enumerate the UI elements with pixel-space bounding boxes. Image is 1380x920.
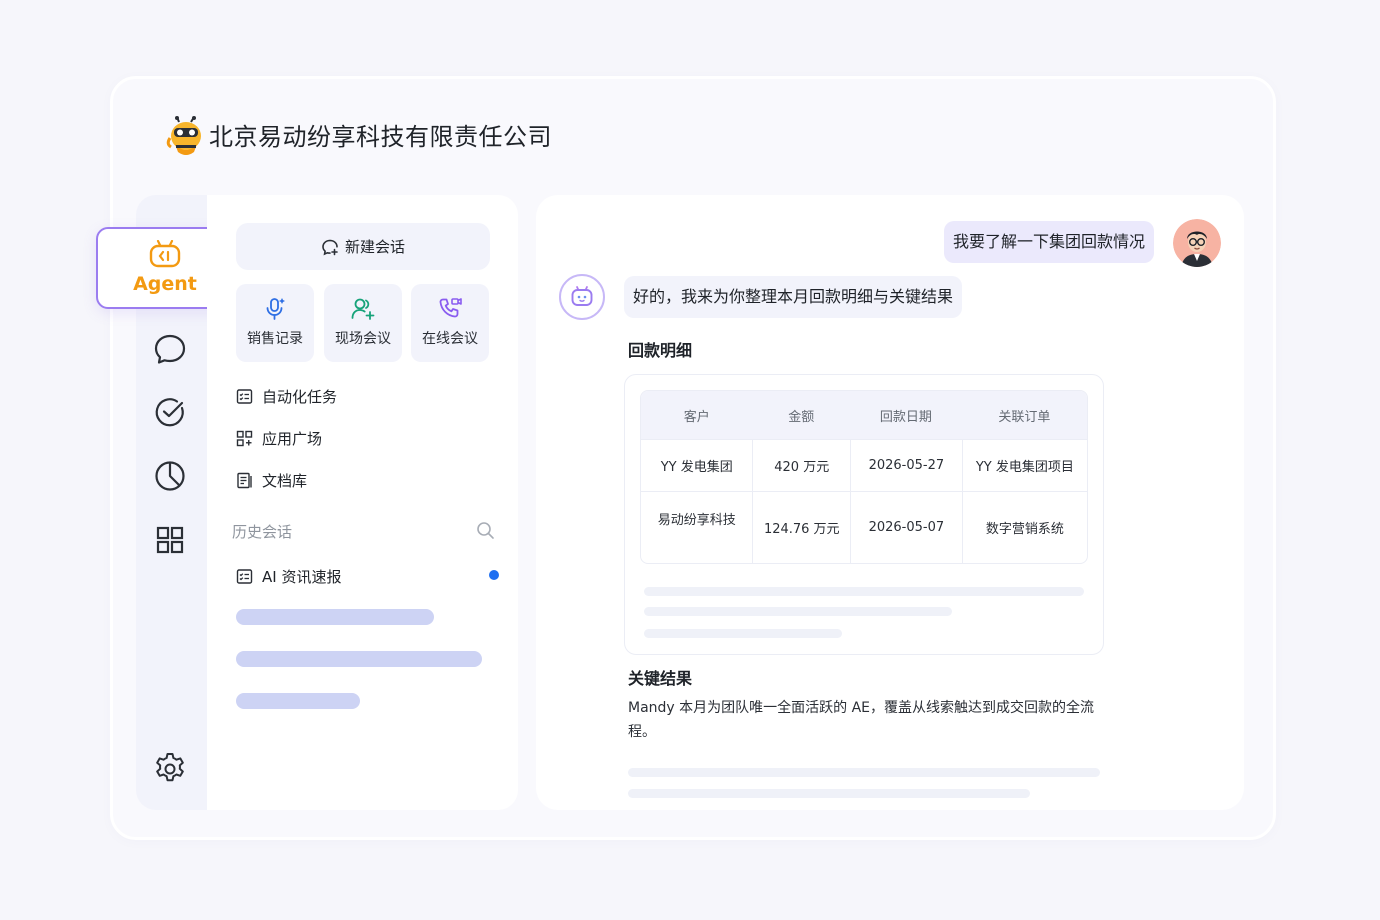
app-grid-icon bbox=[236, 430, 253, 446]
quick-action-label: 现场会议 bbox=[335, 331, 391, 347]
table-cell: YY 发电集团 bbox=[641, 439, 753, 491]
table-header: 回款日期 bbox=[850, 391, 962, 439]
loading-placeholder bbox=[644, 587, 1084, 596]
table-header: 关联订单 bbox=[961, 391, 1087, 439]
new-chat-icon bbox=[322, 239, 338, 255]
history-placeholder bbox=[236, 609, 434, 625]
table-cell: 2026-05-07 bbox=[850, 491, 962, 563]
user-message: 我要了解一下集团回款情况 bbox=[943, 221, 1154, 263]
quick-action-label: 销售记录 bbox=[247, 331, 303, 347]
menu-item-automation[interactable]: 自动化任务 bbox=[236, 385, 337, 407]
menu-item-app-plaza[interactable]: 应用广场 bbox=[236, 427, 322, 449]
new-chat-button[interactable]: 新建会话 bbox=[236, 223, 490, 270]
avatar bbox=[1173, 219, 1221, 267]
users-icon bbox=[351, 298, 375, 320]
history-title: 历史会话 bbox=[232, 523, 293, 541]
gear-icon[interactable] bbox=[152, 751, 188, 787]
loading-placeholder bbox=[644, 607, 952, 616]
history-item[interactable]: AI 资讯速报 bbox=[236, 565, 341, 587]
microphone-icon bbox=[266, 298, 285, 320]
table-row: YY 发电集团 420 万元 2026-05-27 YY 发电集团项目 bbox=[641, 439, 1087, 491]
section-title-payment-details: 回款明细 bbox=[628, 341, 693, 360]
ai-robot-icon bbox=[571, 286, 593, 306]
table-cell: 2026-05-27 bbox=[850, 439, 962, 491]
loading-placeholder bbox=[644, 629, 842, 638]
bot-message: 好的，我来为你整理本月回款明细与关键结果 bbox=[624, 276, 963, 318]
company-name: 北京易动纷享科技有限责任公司 bbox=[209, 123, 552, 151]
history-placeholder bbox=[236, 651, 482, 667]
task-list-icon bbox=[236, 568, 253, 584]
quick-action-sales-record[interactable]: 销售记录 bbox=[236, 284, 314, 362]
unread-dot bbox=[489, 570, 499, 580]
loading-placeholder bbox=[628, 789, 1030, 798]
search-icon[interactable] bbox=[476, 521, 495, 540]
chat-bubble-icon[interactable] bbox=[153, 332, 187, 366]
quick-action-online-meeting[interactable]: 在线会议 bbox=[411, 284, 489, 362]
check-circle-icon[interactable] bbox=[153, 395, 187, 429]
menu-item-label: 自动化任务 bbox=[262, 387, 338, 406]
payment-table: 客户 金额 回款日期 关联订单 YY 发电集团 420 万元 2026-05-2… bbox=[640, 390, 1088, 564]
table-row: 易动纷享科技 124.76 万元 2026-05-07 数字营销系统 bbox=[641, 491, 1087, 563]
pie-chart-icon[interactable] bbox=[153, 459, 187, 493]
loading-placeholder bbox=[628, 768, 1100, 777]
table-cell: 数字营销系统 bbox=[961, 491, 1087, 563]
table-cell: 易动纷享科技 bbox=[641, 491, 753, 563]
task-list-icon bbox=[236, 388, 253, 404]
table-cell: 420 万元 bbox=[752, 439, 851, 491]
new-chat-label: 新建会话 bbox=[344, 238, 405, 256]
quick-action-label: 在线会议 bbox=[422, 331, 478, 347]
quick-action-onsite-meeting[interactable]: 现场会议 bbox=[324, 284, 402, 362]
grid-apps-icon[interactable] bbox=[153, 523, 187, 557]
key-results-text: Mandy 本月为团队唯一全面活跃的 AE，覆盖从线索触达到成交回款的全流程。 bbox=[628, 700, 1095, 740]
history-item-label: AI 资讯速报 bbox=[262, 567, 342, 586]
bee-mascot-icon bbox=[166, 116, 206, 158]
bot-avatar bbox=[559, 274, 605, 320]
history-placeholder bbox=[236, 693, 360, 709]
phone-video-icon bbox=[439, 298, 462, 318]
table-cell: YY 发电集团项目 bbox=[961, 439, 1087, 491]
table-header: 金额 bbox=[752, 391, 851, 439]
menu-item-label: 应用广场 bbox=[262, 429, 323, 448]
table-header: 客户 bbox=[641, 391, 753, 439]
menu-item-doc-library[interactable]: 文档库 bbox=[236, 469, 307, 491]
table-cell: 124.76 万元 bbox=[752, 491, 851, 563]
ai-agent-icon bbox=[149, 240, 181, 268]
document-icon bbox=[237, 472, 252, 488]
menu-item-label: 文档库 bbox=[262, 471, 308, 490]
section-title-key-results: 关键结果 bbox=[628, 669, 693, 688]
